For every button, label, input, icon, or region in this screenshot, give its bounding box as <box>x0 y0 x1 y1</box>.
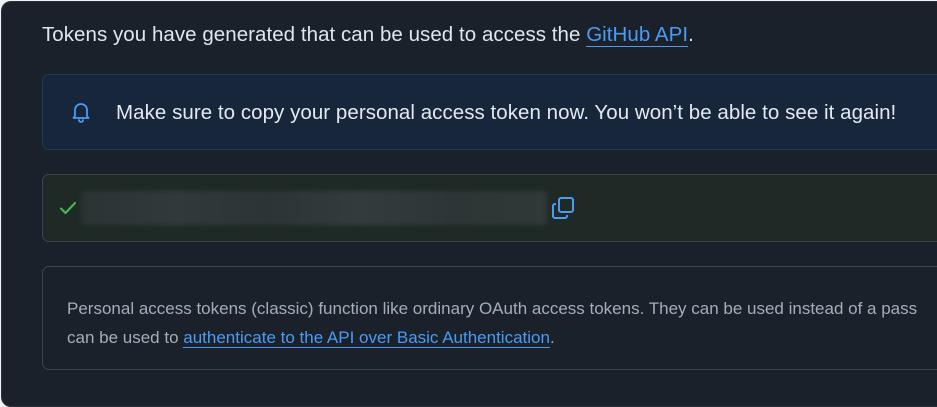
copy-token-notice: Make sure to copy your personal access t… <box>42 74 937 150</box>
intro-label: Tokens you have generated that can be us… <box>42 23 587 46</box>
check-icon <box>59 201 77 215</box>
new-token-box <box>42 174 937 242</box>
basic-auth-link[interactable]: authenticate to the API over Basic Authe… <box>183 328 550 348</box>
intro-text: Tokens you have generated that can be us… <box>42 23 694 47</box>
info-text: Personal access tokens (classic) functio… <box>67 294 937 352</box>
settings-panel: Tokens you have generated that can be us… <box>1 1 937 407</box>
token-value-redacted[interactable] <box>81 191 547 225</box>
bell-icon <box>72 103 90 123</box>
intro-suffix: . <box>688 23 694 46</box>
info-line-2-suffix: . <box>549 328 555 347</box>
notice-message: Make sure to copy your personal access t… <box>116 101 897 124</box>
copy-icon[interactable] <box>550 195 576 221</box>
info-line-1: Personal access tokens (classic) functio… <box>67 299 918 318</box>
github-api-link[interactable]: GitHub API <box>586 23 689 47</box>
classic-token-info: Personal access tokens (classic) functio… <box>42 266 937 370</box>
info-line-2-prefix: can be used to <box>67 328 184 347</box>
